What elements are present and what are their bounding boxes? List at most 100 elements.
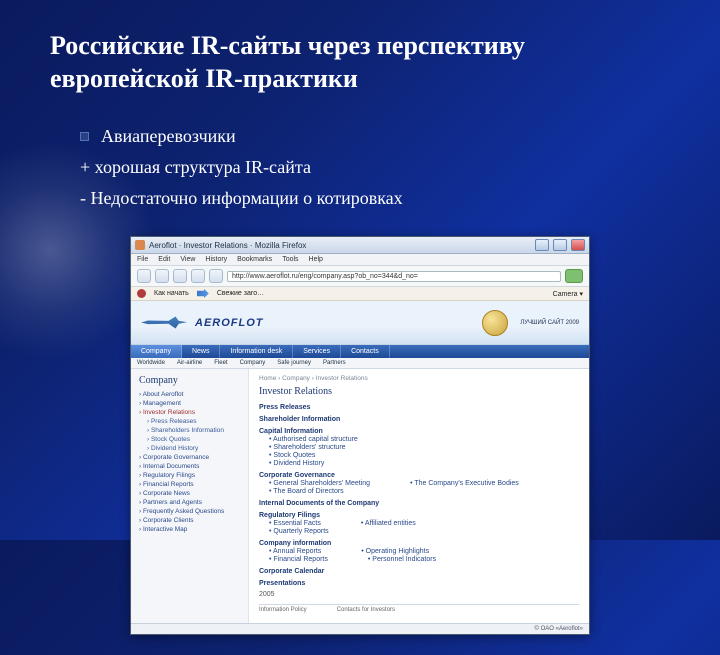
firefox-icon (135, 240, 145, 250)
go-button[interactable] (565, 269, 583, 283)
nav-info[interactable]: Information desk (220, 345, 293, 358)
menu-bookmarks[interactable]: Bookmarks (237, 256, 272, 263)
sidebar-item[interactable]: › Management (139, 399, 242, 408)
minus-line: - Недостаточно информации о котировках (80, 185, 670, 212)
section-link[interactable]: • Stock Quotes (259, 451, 579, 459)
section-head[interactable]: Press Releases (259, 403, 579, 411)
primary-nav: Company News Information desk Services C… (131, 345, 589, 358)
main-area: Home › Company › Investor Relations Inve… (249, 369, 589, 623)
sidebar-item[interactable]: › Dividend History (139, 444, 242, 453)
sidebar-item[interactable]: › Partners and Agents (139, 498, 242, 507)
bookmark-right[interactable]: Свежие заго… (217, 290, 264, 297)
sidebar-item[interactable]: › Regulatory Filings (139, 471, 242, 480)
section-head[interactable]: Capital Information (259, 427, 579, 435)
minimize-button[interactable] (535, 239, 549, 251)
info-policy-link[interactable]: Information Policy (259, 607, 307, 613)
sidebar-item[interactable]: › Corporate Governance (139, 453, 242, 462)
menu-edit[interactable]: Edit (158, 256, 170, 263)
bullet-icon (80, 132, 89, 141)
section-head[interactable]: Presentations (259, 579, 579, 587)
brand-logo: AEROFLOT (195, 317, 264, 329)
toolbar: http://www.aeroflot.ru/eng/company.asp?o… (131, 266, 589, 287)
reload-button[interactable] (173, 269, 187, 283)
award-medal-icon (482, 310, 508, 336)
section-link[interactable]: • Operating Highlights (361, 548, 429, 555)
section-head[interactable]: Internal Documents of the Company (259, 499, 579, 507)
bookmark-arrow-icon (197, 289, 209, 298)
section-link[interactable]: • Shareholders' structure (259, 443, 579, 451)
menu-file[interactable]: File (137, 256, 148, 263)
nav-contacts[interactable]: Contacts (341, 345, 390, 358)
close-button[interactable] (571, 239, 585, 251)
section-link[interactable]: • Annual Reports• Operating Highlights (259, 547, 579, 555)
breadcrumb: Home › Company › Investor Relations (259, 375, 579, 382)
plus-line: + хорошая структура IR-сайта (80, 154, 670, 181)
camera-dropdown[interactable]: Camera ▾ (553, 290, 583, 298)
bookmark-icon (137, 289, 146, 298)
section-head[interactable]: Regulatory Filings (259, 511, 579, 519)
sidebar-item[interactable]: › Shareholders Information (139, 426, 242, 435)
subnav-item[interactable]: Worldwide (131, 358, 171, 368)
bookmarks-bar: Как начать Свежие заго… Camera ▾ (131, 287, 589, 301)
section-link[interactable]: • The Company's Executive Bodies (410, 480, 519, 487)
menu-history[interactable]: History (205, 256, 227, 263)
embedded-browser: Aeroflot · Investor Relations · Mozilla … (130, 236, 590, 635)
secondary-nav: Worldwide Air-airline Fleet Company Safe… (131, 358, 589, 369)
back-button[interactable] (137, 269, 151, 283)
address-bar[interactable]: http://www.aeroflot.ru/eng/company.asp?o… (227, 271, 561, 282)
sidebar-item[interactable]: › About Aeroflot (139, 390, 242, 399)
sidebar-item[interactable]: › Corporate News (139, 489, 242, 498)
section-link[interactable]: • Personnel Indicators (368, 556, 436, 563)
section-link[interactable]: • The Board of Directors (259, 487, 579, 495)
banner: AEROFLOT ЛУЧШИЙ САЙТ 2009 (131, 301, 589, 345)
section-head[interactable]: Corporate Governance (259, 471, 579, 479)
stop-button[interactable] (191, 269, 205, 283)
section-link[interactable]: • Essential Facts• Affiliated entities (259, 519, 579, 527)
menu-bar[interactable]: File Edit View History Bookmarks Tools H… (131, 254, 589, 266)
menu-view[interactable]: View (180, 256, 195, 263)
section-link[interactable]: • Dividend History (259, 459, 579, 467)
sidebar-head: Company (139, 375, 242, 386)
menu-tools[interactable]: Tools (282, 256, 298, 263)
years: 2005 (259, 591, 579, 598)
contacts-link[interactable]: Contacts for Investors (337, 607, 395, 613)
section-head[interactable]: Corporate Calendar (259, 567, 579, 575)
section-title: Investor Relations (259, 386, 579, 397)
slide-body: Авиаперевозчики + хорошая структура IR-с… (80, 123, 670, 212)
sidebar-item[interactable]: › Internal Documents (139, 462, 242, 471)
section-head[interactable]: Shareholder Information (259, 415, 579, 423)
sidebar-item[interactable]: › Corporate Clients (139, 516, 242, 525)
section-link[interactable]: • General Shareholders' Meeting• The Com… (259, 479, 579, 487)
subnav-item[interactable]: Partners (317, 358, 352, 368)
slide-title: Российские IR-сайты через перспективу ев… (50, 30, 670, 95)
nav-company[interactable]: Company (131, 345, 182, 358)
nav-news[interactable]: News (182, 345, 221, 358)
section-head[interactable]: Company information (259, 539, 579, 547)
section-link[interactable]: • Financial Reports• Personnel Indicator… (259, 555, 579, 563)
section-link[interactable]: • Authorised capital structure (259, 435, 579, 443)
sidebar-item[interactable]: › Frequently Asked Questions (139, 507, 242, 516)
subnav-item[interactable]: Safe journey (271, 358, 317, 368)
page-content: AEROFLOT ЛУЧШИЙ САЙТ 2009 Company News I… (131, 301, 589, 634)
aircraft-icon (141, 313, 187, 333)
section-link[interactable]: • Affiliated entities (361, 520, 416, 527)
status-bar: © OAO «Aeroflot» (131, 623, 589, 634)
window-titlebar: Aeroflot · Investor Relations · Mozilla … (131, 237, 589, 254)
bookmark-left[interactable]: Как начать (154, 290, 189, 297)
subnav-item[interactable]: Fleet (208, 358, 233, 368)
home-button[interactable] (209, 269, 223, 283)
sidebar-item[interactable]: › Stock Quotes (139, 435, 242, 444)
sidebar-item[interactable]: › Press Releases (139, 417, 242, 426)
subnav-item[interactable]: Air-airline (171, 358, 208, 368)
forward-button[interactable] (155, 269, 169, 283)
section-link[interactable]: • Quarterly Reports (259, 527, 579, 535)
sidebar: Company › About Aeroflot› Management› In… (131, 369, 249, 623)
subnav-item[interactable]: Company (234, 358, 272, 368)
sidebar-item[interactable]: › Interactive Map (139, 525, 242, 534)
sidebar-item[interactable]: › Investor Relations (139, 408, 242, 417)
bullet-text: Авиаперевозчики (101, 126, 236, 146)
menu-help[interactable]: Help (309, 256, 323, 263)
sidebar-item[interactable]: › Financial Reports (139, 480, 242, 489)
nav-services[interactable]: Services (293, 345, 341, 358)
maximize-button[interactable] (553, 239, 567, 251)
